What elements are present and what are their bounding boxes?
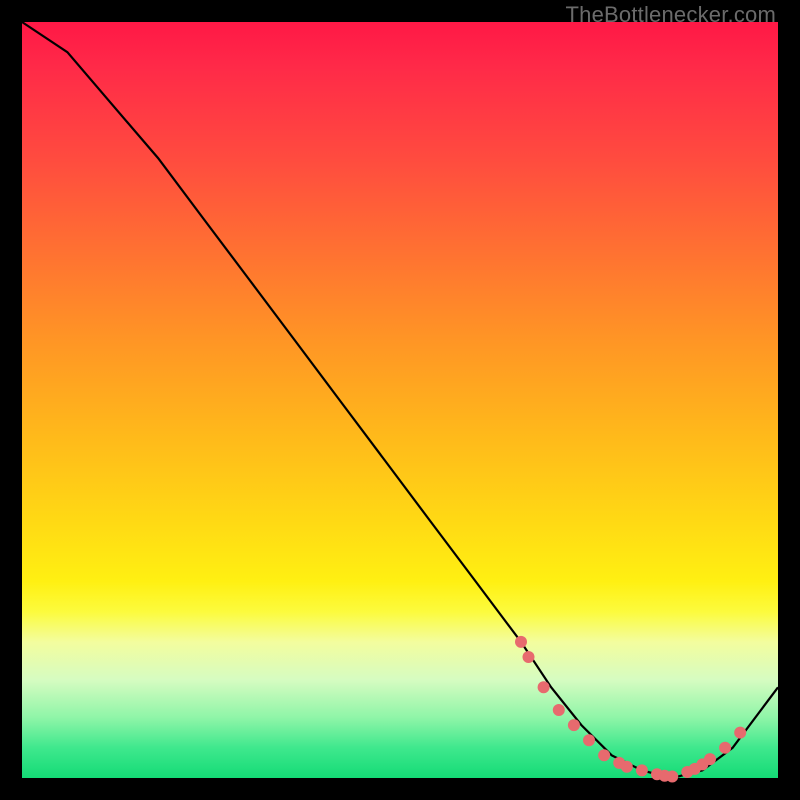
data-marker bbox=[523, 651, 535, 663]
data-marker bbox=[515, 636, 527, 648]
data-marker bbox=[621, 761, 633, 773]
marker-group bbox=[515, 636, 746, 783]
data-marker bbox=[538, 681, 550, 693]
chart-stage: TheBottlenecker.com bbox=[0, 0, 800, 800]
data-marker bbox=[704, 753, 716, 765]
chart-svg bbox=[22, 22, 778, 778]
data-marker bbox=[734, 727, 746, 739]
line-series bbox=[22, 22, 778, 778]
data-marker bbox=[636, 764, 648, 776]
attribution-label: TheBottlenecker.com bbox=[566, 2, 776, 28]
plot-area bbox=[22, 22, 778, 778]
data-marker bbox=[553, 704, 565, 716]
data-marker bbox=[568, 719, 580, 731]
data-marker bbox=[583, 734, 595, 746]
data-marker bbox=[719, 742, 731, 754]
data-marker bbox=[666, 771, 678, 783]
data-marker bbox=[598, 749, 610, 761]
